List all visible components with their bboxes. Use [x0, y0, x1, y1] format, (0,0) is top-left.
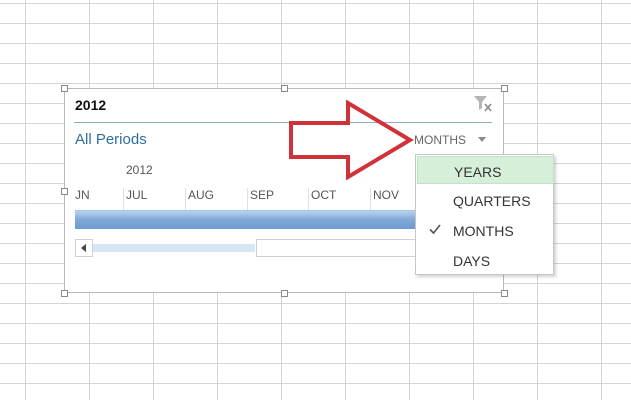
resize-handle-top-right[interactable] — [501, 85, 508, 92]
resize-handle-bottom-left[interactable] — [61, 290, 68, 297]
scroll-thumb[interactable] — [256, 239, 420, 257]
menu-item-days[interactable]: DAYS — [417, 246, 554, 274]
time-level-label: MONTHS — [414, 133, 466, 147]
menu-item-years[interactable]: YEARS — [417, 156, 554, 184]
year-label: 2012 — [126, 163, 153, 177]
menu-item-label: MONTHS — [453, 223, 514, 239]
month-divider — [370, 188, 371, 210]
month-divider — [123, 188, 124, 210]
menu-item-label: QUARTERS — [453, 193, 531, 209]
time-level-menu[interactable]: YEARS QUARTERS MONTHS DAYS — [415, 154, 554, 275]
month-label: AUG — [188, 188, 215, 202]
chevron-down-icon[interactable] — [478, 137, 486, 142]
time-level-selector[interactable]: MONTHS — [414, 131, 486, 149]
month-divider — [247, 188, 248, 210]
menu-item-label: YEARS — [454, 164, 502, 180]
menu-item-label: DAYS — [453, 253, 491, 269]
title-divider — [74, 122, 492, 123]
month-label: JN — [75, 188, 90, 202]
all-periods-label: All Periods — [75, 131, 147, 148]
month-label: JUL — [126, 188, 148, 202]
arrow-left-icon[interactable] — [75, 239, 93, 257]
slicer-title: 2012 — [75, 97, 107, 113]
resize-handle-top-left[interactable] — [61, 85, 68, 92]
month-divider — [308, 188, 309, 210]
scroll-track[interactable] — [93, 244, 255, 252]
resize-handle-top-center[interactable] — [281, 85, 288, 92]
month-label: SEP — [250, 188, 275, 202]
month-divider — [185, 188, 186, 210]
menu-item-months[interactable]: MONTHS — [417, 216, 554, 244]
clear-filter-icon[interactable] — [473, 95, 493, 113]
selected-period-bar[interactable] — [75, 210, 420, 229]
check-icon — [429, 224, 441, 235]
annotation-arrow-icon — [289, 100, 414, 180]
resize-handle-bottom-center[interactable] — [281, 290, 288, 297]
month-label: OCT — [311, 188, 337, 202]
resize-handle-bottom-right[interactable] — [501, 290, 508, 297]
month-label: NOV — [373, 188, 400, 202]
menu-item-quarters[interactable]: QUARTERS — [417, 186, 554, 214]
